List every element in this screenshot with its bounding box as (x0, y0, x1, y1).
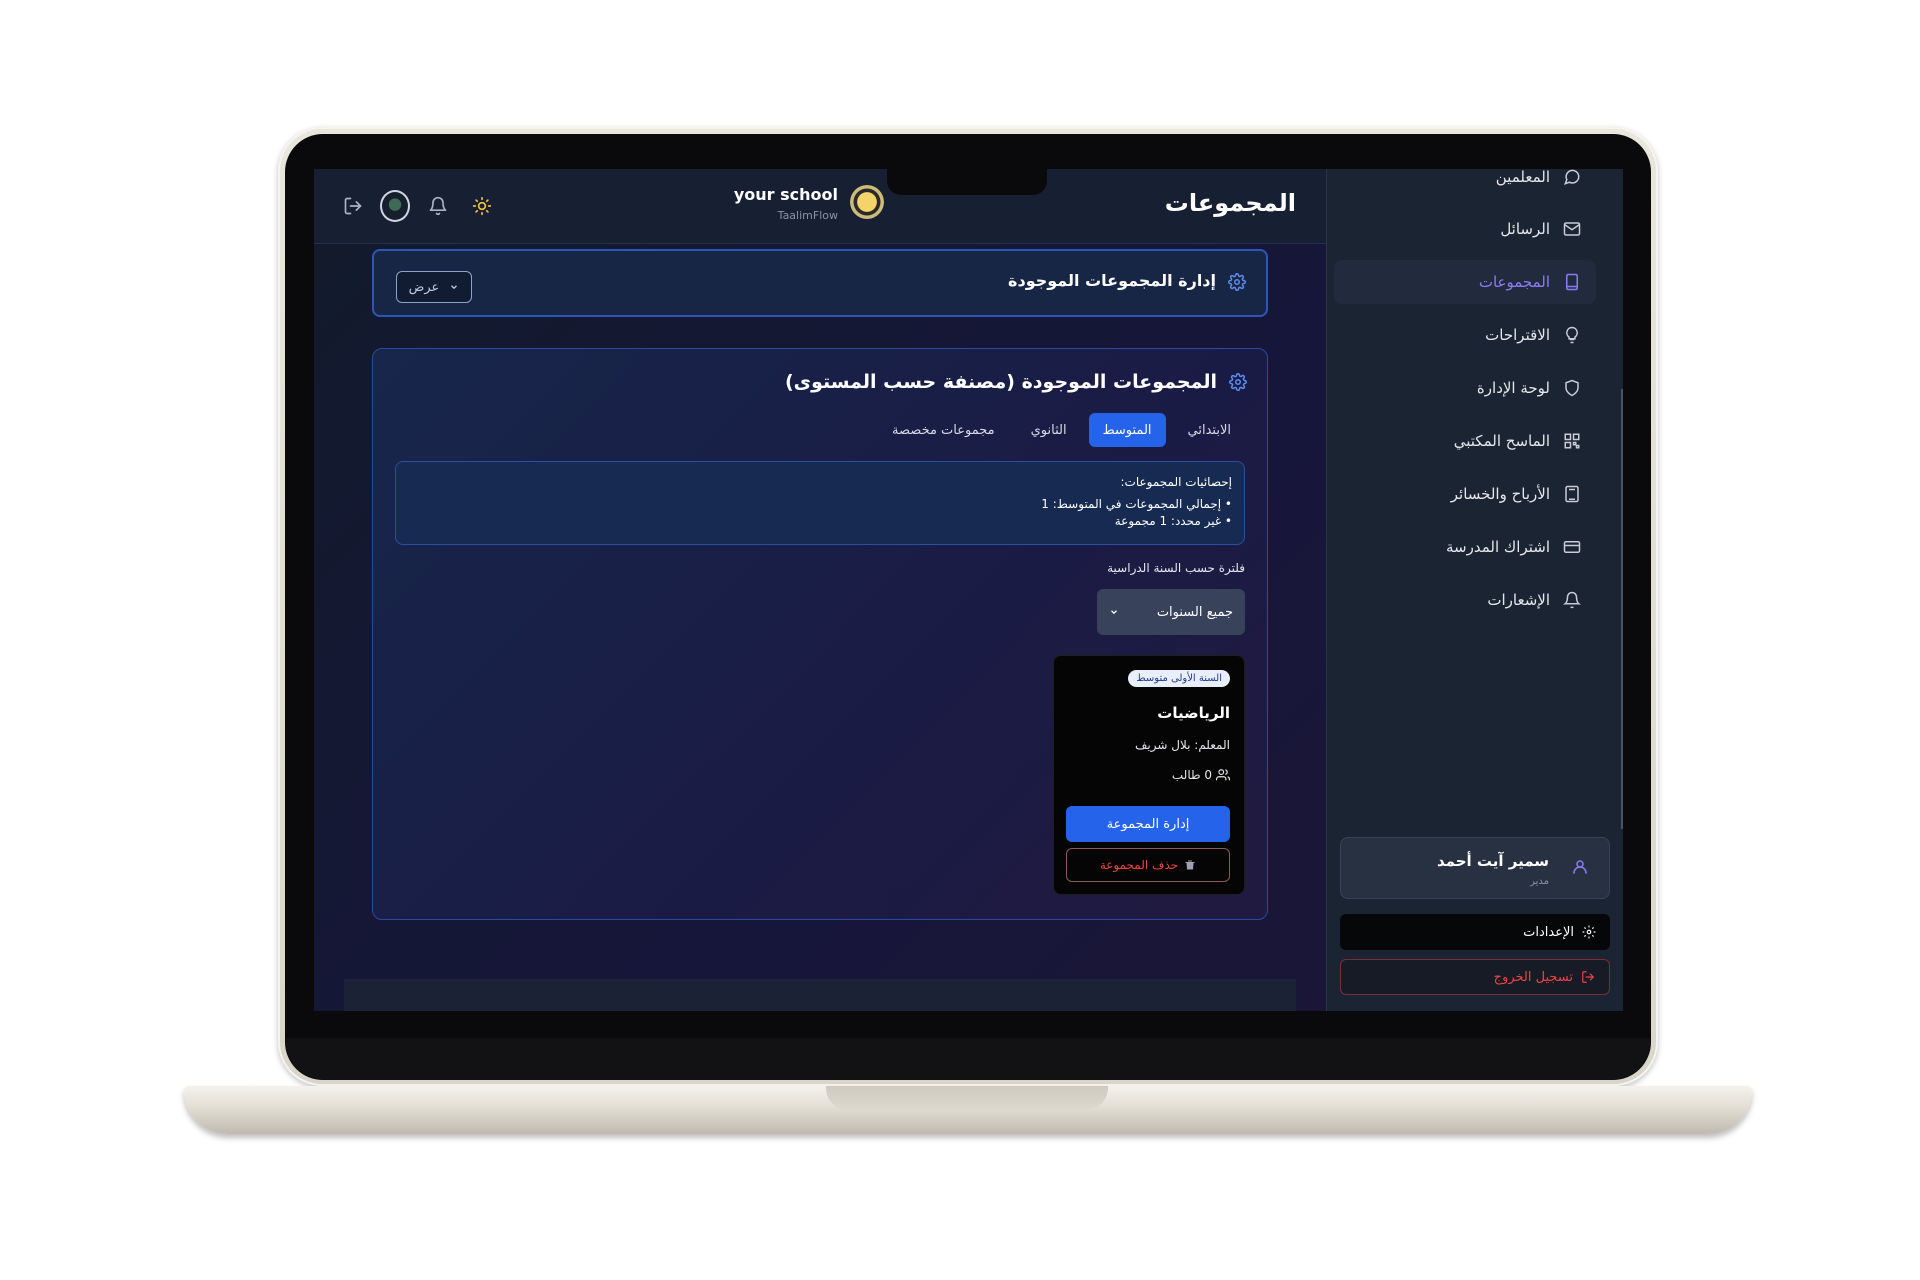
sidebar-item-label: المعلمين (1495, 169, 1550, 186)
sidebar-item-label: الماسح المكتبي (1453, 432, 1550, 450)
user-name: سمير آيت أحمد (1436, 852, 1549, 870)
tab-custom-groups[interactable]: مجموعات مخصصة (878, 413, 1009, 447)
manage-groups-card: إدارة المجموعات الموجودة عرض (372, 249, 1268, 317)
gear-icon (1229, 373, 1247, 395)
chat-icon (1562, 169, 1582, 187)
view-button-label: عرض (408, 279, 440, 295)
year-select-value: جميع السنوات (1156, 604, 1233, 620)
students-count: 0 طالب (1171, 768, 1212, 782)
user-role: مدير (1530, 876, 1549, 887)
tab-primary[interactable]: الابتدائي (1174, 413, 1245, 447)
bell-icon[interactable] (423, 191, 453, 221)
sidebar-item-label: الإشعارات (1487, 591, 1550, 609)
year-filter-select[interactable]: جميع السنوات (1097, 589, 1245, 635)
school-logo (850, 185, 884, 219)
stats-line-total: • إجمالي المجموعات في المتوسط: 1 (1041, 497, 1232, 511)
sidebar-item-teachers[interactable]: المعلمين (1334, 169, 1596, 199)
avatar[interactable] (380, 190, 410, 222)
qr-code-icon (1562, 431, 1582, 451)
chevron-down-icon (451, 285, 458, 290)
tab-middle[interactable]: المتوسط (1088, 413, 1166, 447)
main-column: your school TaalimFlow المجموعات إدارة ا… (314, 169, 1326, 1011)
tab-secondary[interactable]: الثانوي (1017, 413, 1081, 447)
book-icon (1562, 272, 1582, 292)
sidebar-item-messages[interactable]: الرسائل (1334, 207, 1596, 251)
logout-icon (1582, 971, 1595, 983)
year-filter-label: فلترة حسب السنة الدراسية (1107, 561, 1245, 575)
sidebar-item-label: اشتراك المدرسة (1446, 538, 1550, 556)
camera-notch (887, 169, 1047, 195)
level-tabs: الابتدائي المتوسط الثانوي مجموعات مخصصة (878, 413, 1245, 447)
sidebar-item-admin-panel[interactable]: لوحة الإدارة (1334, 366, 1596, 410)
sidebar-item-label: الاقتراحات (1485, 326, 1550, 344)
stats-heading: إحصائيات المجموعات: (1120, 475, 1232, 489)
mail-icon (1562, 219, 1582, 239)
bell-icon (1562, 590, 1582, 610)
settings-button[interactable]: الإعدادات (1340, 914, 1610, 950)
page-bottom-strip (344, 979, 1296, 1011)
sun-icon[interactable] (467, 191, 497, 221)
sidebar-item-groups[interactable]: المجموعات (1334, 260, 1596, 304)
laptop-base-notch (826, 1086, 1108, 1110)
logout-button[interactable]: تسجيل الخروج (1340, 959, 1610, 995)
existing-groups-card: المجموعات الموجودة (مصنفة حسب المستوى) ا… (372, 348, 1268, 920)
manage-groups-title: إدارة المجموعات الموجودة (1008, 271, 1216, 290)
chevron-down-icon (1111, 610, 1117, 615)
delete-group-button[interactable]: حذف المجموعة (1066, 848, 1230, 882)
shield-icon (1562, 378, 1582, 398)
logout-icon[interactable] (338, 191, 368, 221)
delete-group-label: حذف المجموعة (1099, 858, 1179, 872)
group-students: 0 طالب (1172, 768, 1230, 782)
school-brand: your school TaalimFlow (724, 181, 884, 231)
user-icon (1571, 858, 1589, 880)
lightbulb-icon (1562, 325, 1582, 345)
group-subject: الرياضيات (1157, 704, 1230, 722)
manage-group-button[interactable]: إدارة المجموعة (1066, 806, 1230, 842)
user-card[interactable]: سمير آيت أحمد مدير (1340, 837, 1610, 899)
view-dropdown-button[interactable]: عرض (396, 271, 472, 303)
sidebar-item-desk-scanner[interactable]: الماسح المكتبي (1334, 419, 1596, 463)
gear-icon (1228, 273, 1246, 295)
group-teacher: المعلم: بلال شريف (1134, 738, 1230, 752)
group-card: السنة الأولى متوسط الرياضيات المعلم: بلا… (1053, 655, 1245, 895)
sidebar-item-suggestions[interactable]: الاقتراحات (1334, 313, 1596, 357)
credit-card-icon (1562, 537, 1582, 557)
top-bar: your school TaalimFlow المجموعات (314, 169, 1326, 244)
school-subtitle: TaalimFlow (777, 209, 838, 222)
sidebar: المعلمين الرسائل المجموعات الاقتراحات لو… (1326, 169, 1623, 1011)
sidebar-item-label: الرسائل (1500, 220, 1550, 238)
sidebar-item-school-subscription[interactable]: اشتراك المدرسة (1334, 525, 1596, 569)
sidebar-item-label: لوحة الإدارة (1476, 379, 1550, 397)
gear-icon (1582, 925, 1596, 939)
sidebar-scrollbar[interactable] (1621, 389, 1623, 829)
sidebar-item-notifications[interactable]: الإشعارات (1334, 578, 1596, 622)
year-badge: السنة الأولى متوسط (1128, 670, 1230, 687)
users-icon (1216, 769, 1230, 781)
settings-label: الإعدادات (1523, 924, 1574, 940)
sidebar-item-profit-loss[interactable]: الأرباح والخسائر (1334, 472, 1596, 516)
sidebar-item-label: الأرباح والخسائر (1450, 485, 1550, 503)
profile-avatar-image (380, 190, 410, 222)
trash-icon (1185, 860, 1195, 870)
content-area: إدارة المجموعات الموجودة عرض المجموعات ا… (314, 244, 1326, 1011)
page-title: المجموعات (1164, 189, 1296, 217)
stats-line-unspecified: • غير محدد: 1 مجموعة (1114, 514, 1232, 528)
app-screen: your school TaalimFlow المجموعات إدارة ا… (314, 169, 1623, 1011)
group-stats-box: إحصائيات المجموعات: • إجمالي المجموعات ف… (395, 461, 1245, 545)
laptop-bezel-chin (286, 1038, 1650, 1080)
school-name: your school (733, 185, 838, 204)
existing-groups-title: المجموعات الموجودة (مصنفة حسب المستوى) (784, 371, 1217, 393)
calculator-icon (1562, 484, 1582, 504)
logout-label: تسجيل الخروج (1493, 969, 1573, 985)
sidebar-item-label: المجموعات (1478, 273, 1550, 291)
